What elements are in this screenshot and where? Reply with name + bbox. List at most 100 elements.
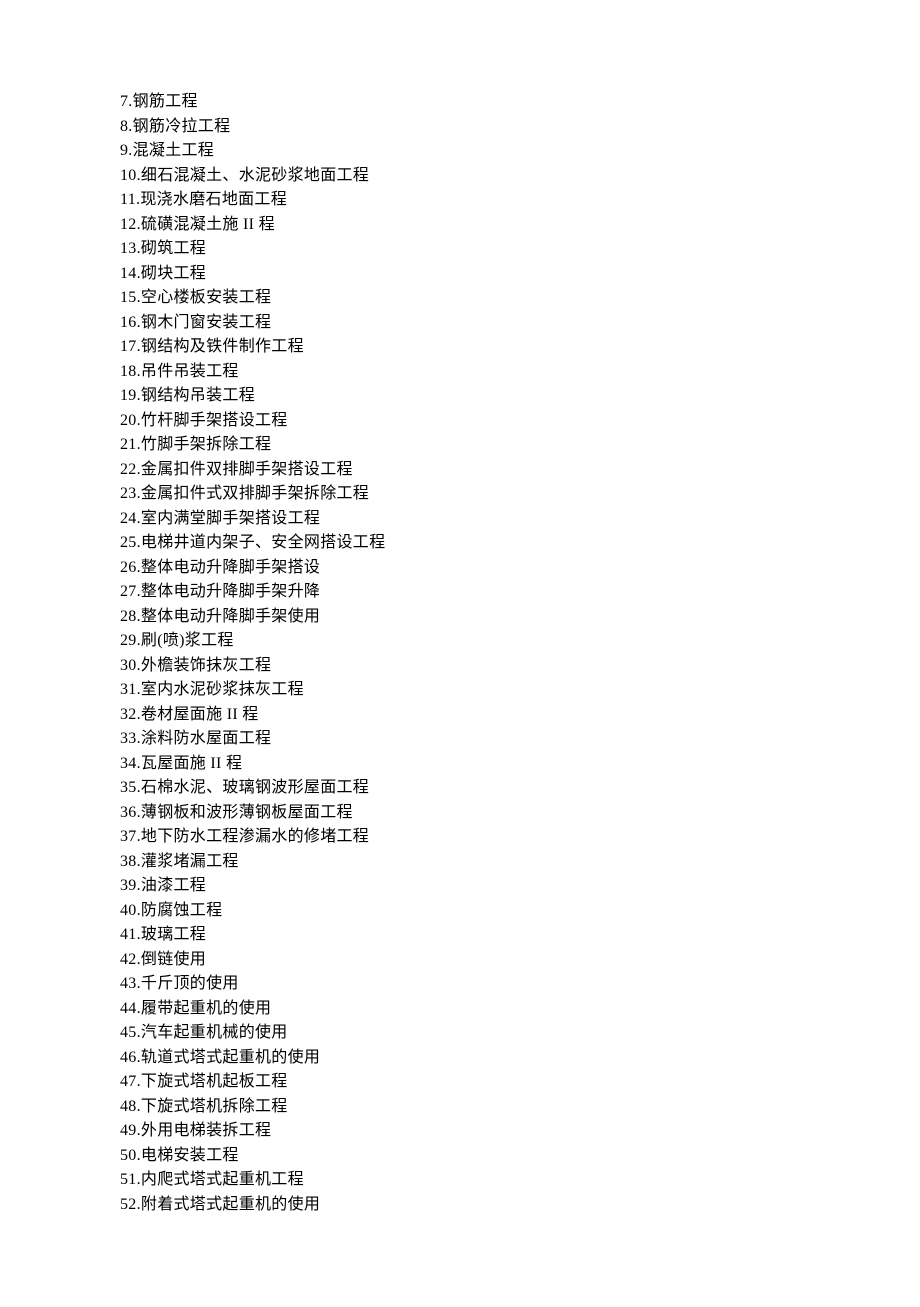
item-number: 8. <box>120 118 133 135</box>
list-item: 44.履带起重机的使用 <box>120 997 920 1022</box>
item-text: 防腐蚀工程 <box>141 902 223 919</box>
item-text: 内爬式塔式起重机工程 <box>141 1171 304 1188</box>
list-item: 25.电梯井道内架子、安全网搭设工程 <box>120 531 920 556</box>
item-number: 26. <box>120 559 141 576</box>
item-text: 汽车起重机械的使用 <box>141 1024 288 1041</box>
item-number: 34. <box>120 755 141 772</box>
item-number: 33. <box>120 730 141 747</box>
item-text: 下旋式塔机起板工程 <box>141 1073 288 1090</box>
list-item: 26.整体电动升降脚手架搭设 <box>120 556 920 581</box>
list-item: 42.倒链使用 <box>120 948 920 973</box>
item-number: 38. <box>120 853 141 870</box>
item-text: 石棉水泥、玻璃钢波形屋面工程 <box>141 779 369 796</box>
item-text: 钢木门窗安装工程 <box>141 314 271 331</box>
list-item: 24.室内满堂脚手架搭设工程 <box>120 507 920 532</box>
list-item: 33.涂料防水屋面工程 <box>120 727 920 752</box>
item-text: 钢结构吊装工程 <box>141 387 255 404</box>
list-item: 11.现浇水磨石地面工程 <box>120 188 920 213</box>
item-number: 12. <box>120 216 141 233</box>
item-text: 涂料防水屋面工程 <box>141 730 271 747</box>
list-item: 50.电梯安装工程 <box>120 1144 920 1169</box>
item-text: 空心楼板安装工程 <box>141 289 271 306</box>
list-item: 21.竹脚手架拆除工程 <box>120 433 920 458</box>
item-text: 油漆工程 <box>141 877 206 894</box>
item-number: 14. <box>120 265 141 282</box>
item-number: 31. <box>120 681 141 698</box>
list-item: 38.灌浆堵漏工程 <box>120 850 920 875</box>
item-text: 砌筑工程 <box>141 240 206 257</box>
item-text: 外檐装饰抹灰工程 <box>141 657 271 674</box>
item-number: 10. <box>120 167 141 184</box>
item-text: 附着式塔式起重机的使用 <box>141 1196 320 1213</box>
item-number: 48. <box>120 1098 141 1115</box>
list-item: 23.金属扣件式双排脚手架拆除工程 <box>120 482 920 507</box>
item-text: 灌浆堵漏工程 <box>141 853 239 870</box>
list-item: 46.轨道式塔式起重机的使用 <box>120 1046 920 1071</box>
item-text: 钢筋冷拉工程 <box>133 118 231 135</box>
list-item: 28.整体电动升降脚手架使用 <box>120 605 920 630</box>
list-item: 47.下旋式塔机起板工程 <box>120 1070 920 1095</box>
item-number: 22. <box>120 461 141 478</box>
item-text: 吊件吊装工程 <box>141 363 239 380</box>
item-text: 室内满堂脚手架搭设工程 <box>141 510 320 527</box>
item-text: 金属扣件式双排脚手架拆除工程 <box>141 485 369 502</box>
item-text: 整体电动升降脚手架使用 <box>141 608 320 625</box>
list-item: 14.砌块工程 <box>120 262 920 287</box>
item-number: 32. <box>120 706 141 723</box>
list-item: 19.钢结构吊装工程 <box>120 384 920 409</box>
list-item: 52.附着式塔式起重机的使用 <box>120 1193 920 1218</box>
item-number: 25. <box>120 534 141 551</box>
item-text: 砌块工程 <box>141 265 206 282</box>
item-number: 44. <box>120 1000 141 1017</box>
item-text: 倒链使用 <box>141 951 206 968</box>
item-number: 51. <box>120 1171 141 1188</box>
list-item: 51.内爬式塔式起重机工程 <box>120 1168 920 1193</box>
list-item: 10.细石混凝土、水泥砂浆地面工程 <box>120 164 920 189</box>
list-item: 20.竹杆脚手架搭设工程 <box>120 409 920 434</box>
list-item: 7.钢筋工程 <box>120 90 920 115</box>
item-text: 金属扣件双排脚手架搭设工程 <box>141 461 353 478</box>
item-text: 整体电动升降脚手架升降 <box>141 583 320 600</box>
list-item: 36.薄钢板和波形薄钢板屋面工程 <box>120 801 920 826</box>
list-item: 40.防腐蚀工程 <box>120 899 920 924</box>
list-item: 16.钢木门窗安装工程 <box>120 311 920 336</box>
item-number: 37. <box>120 828 141 845</box>
item-number: 23. <box>120 485 141 502</box>
list-item: 17.钢结构及铁件制作工程 <box>120 335 920 360</box>
item-number: 29. <box>120 632 141 649</box>
item-text: 混凝土工程 <box>133 142 215 159</box>
list-item: 30.外檐装饰抹灰工程 <box>120 654 920 679</box>
item-number: 47. <box>120 1073 141 1090</box>
item-text: 轨道式塔式起重机的使用 <box>141 1049 320 1066</box>
item-number: 17. <box>120 338 141 355</box>
item-text: 玻璃工程 <box>141 926 206 943</box>
item-number: 24. <box>120 510 141 527</box>
item-number: 43. <box>120 975 141 992</box>
list-item: 8.钢筋冷拉工程 <box>120 115 920 140</box>
item-number: 40. <box>120 902 141 919</box>
list-item: 31.室内水泥砂浆抹灰工程 <box>120 678 920 703</box>
item-number: 41. <box>120 926 141 943</box>
item-number: 7. <box>120 93 133 110</box>
item-number: 28. <box>120 608 141 625</box>
list-item: 45.汽车起重机械的使用 <box>120 1021 920 1046</box>
item-number: 39. <box>120 877 141 894</box>
item-number: 36. <box>120 804 141 821</box>
list-item: 27.整体电动升降脚手架升降 <box>120 580 920 605</box>
item-text: 地下防水工程渗漏水的修堵工程 <box>141 828 369 845</box>
item-text: 电梯安装工程 <box>141 1147 239 1164</box>
item-text: 细石混凝土、水泥砂浆地面工程 <box>141 167 369 184</box>
list-item: 13.砌筑工程 <box>120 237 920 262</box>
item-number: 35. <box>120 779 141 796</box>
item-number: 9. <box>120 142 133 159</box>
list-item: 39.油漆工程 <box>120 874 920 899</box>
item-text: 钢筋工程 <box>133 93 198 110</box>
list-item: 35.石棉水泥、玻璃钢波形屋面工程 <box>120 776 920 801</box>
item-text: 电梯井道内架子、安全网搭设工程 <box>141 534 386 551</box>
list-item: 29.刷(喷)浆工程 <box>120 629 920 654</box>
item-number: 16. <box>120 314 141 331</box>
item-number: 21. <box>120 436 141 453</box>
list-item: 12.硫磺混凝土施 II 程 <box>120 213 920 238</box>
item-number: 18. <box>120 363 141 380</box>
item-number: 45. <box>120 1024 141 1041</box>
